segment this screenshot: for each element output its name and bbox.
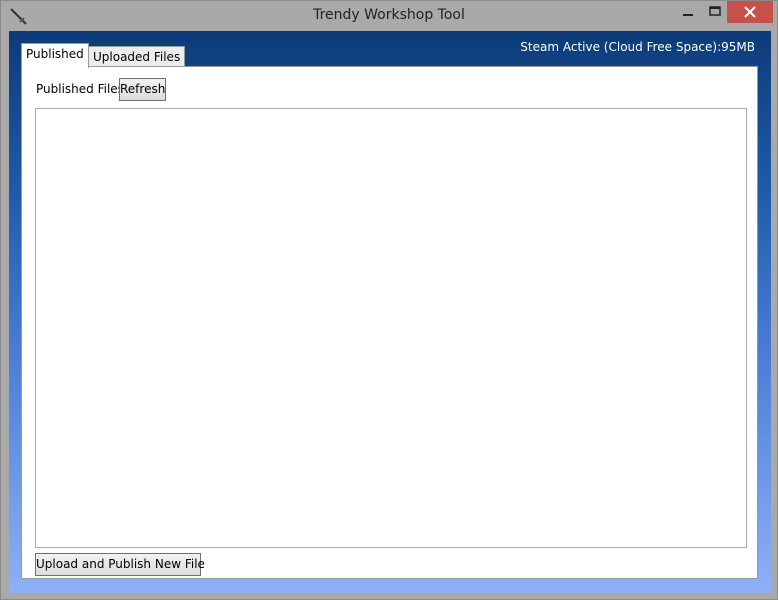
tab-published[interactable]: Published — [21, 43, 89, 68]
upload-publish-button[interactable]: Upload and Publish New File — [35, 553, 205, 576]
steam-status: Steam Active (Cloud Free Space):95MB — [520, 40, 755, 54]
window-title: Trendy Workshop Tool — [313, 7, 465, 23]
published-files-list[interactable] — [35, 108, 747, 548]
minimize-button[interactable] — [674, 1, 702, 23]
close-button[interactable] — [727, 1, 773, 23]
refresh-button[interactable]: Refresh — [119, 78, 166, 101]
maximize-button[interactable] — [701, 1, 729, 23]
tab-uploaded-files[interactable]: Uploaded Files — [88, 46, 186, 68]
title-bar[interactable]: Trendy Workshop Tool — [1, 1, 777, 31]
tab-panel-published: Published Files Refresh Upload and Publi… — [21, 66, 758, 579]
minimize-icon — [683, 14, 693, 16]
maximize-icon — [709, 6, 721, 16]
client-area: Steam Active (Cloud Free Space):95MB Pub… — [9, 31, 771, 593]
close-icon — [744, 6, 756, 18]
published-files-label: Published Files — [36, 82, 124, 96]
app-window: Trendy Workshop Tool Steam Active (Cloud… — [0, 0, 778, 600]
